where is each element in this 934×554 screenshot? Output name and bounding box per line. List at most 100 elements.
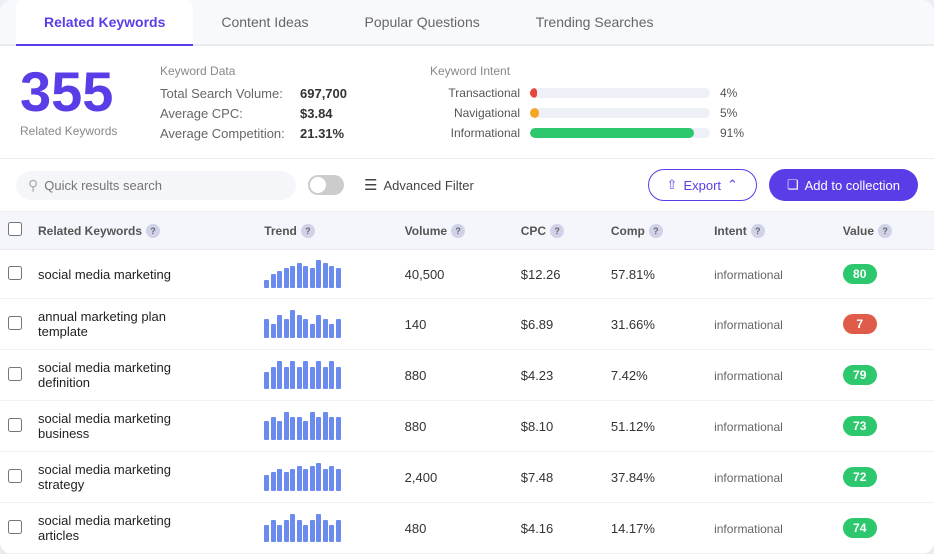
- value-cell: 79: [835, 350, 934, 401]
- volume-cell: 880: [397, 401, 513, 452]
- comp-cell: 7.42%: [603, 350, 706, 401]
- intent-text: informational: [714, 268, 783, 282]
- trend-bar: [336, 520, 341, 542]
- header-trend: Trend ?: [256, 212, 396, 250]
- keyword-cell: social media marketing: [30, 250, 256, 299]
- trend-bar: [271, 324, 276, 338]
- intent-cell: informational: [706, 250, 835, 299]
- intent-label: Informational: [430, 126, 520, 140]
- trend-bar: [277, 421, 282, 440]
- keyword-cell: social media marketingbusiness: [30, 401, 256, 452]
- avg-cpc-label: Average CPC:: [160, 106, 300, 121]
- trend-bar: [284, 367, 289, 389]
- trend-bar: [329, 266, 334, 288]
- trend-bar: [323, 469, 328, 491]
- search-box[interactable]: ⚲: [16, 171, 296, 200]
- trend-bar: [290, 469, 295, 491]
- value-badge: 74: [843, 518, 877, 538]
- trend-bars: [264, 361, 388, 389]
- question-icon: ?: [751, 224, 765, 238]
- trend-bar: [290, 266, 295, 288]
- trend-bar: [303, 421, 308, 440]
- keywords-table: Related Keywords ? Trend ? Volume: [0, 212, 934, 554]
- comp-cell: 31.66%: [603, 299, 706, 350]
- trend-bar: [264, 319, 269, 338]
- filter-toggle[interactable]: [308, 175, 344, 195]
- row-checkbox[interactable]: [8, 469, 22, 483]
- trend-cell: [256, 503, 396, 554]
- tab-related-keywords[interactable]: Related Keywords: [16, 0, 193, 46]
- volume-cell: 40,500: [397, 250, 513, 299]
- row-checkbox-cell: [0, 503, 30, 554]
- trend-bar: [336, 268, 341, 288]
- intent-bar: [530, 108, 539, 118]
- export-button[interactable]: ⇧ Export ⌃: [648, 169, 757, 201]
- select-all-checkbox[interactable]: [8, 222, 22, 236]
- intent-row-2: Informational 91%: [430, 126, 914, 140]
- intent-bar: [530, 128, 694, 138]
- tab-trending-searches[interactable]: Trending Searches: [508, 0, 682, 46]
- trend-cell: [256, 299, 396, 350]
- header-intent: Intent ?: [706, 212, 835, 250]
- table-row: social media marketingstrategy 2,400 $7.…: [0, 452, 934, 503]
- trend-bar: [329, 324, 334, 338]
- keyword-count-label: Related Keywords: [20, 124, 130, 138]
- cpc-cell: $7.48: [513, 452, 603, 503]
- search-input[interactable]: [44, 178, 284, 193]
- keyword-name: social media marketingstrategy: [38, 462, 171, 492]
- trend-bar: [303, 266, 308, 288]
- keyword-data-block: Keyword Data Total Search Volume: 697,70…: [160, 64, 400, 146]
- trend-bar: [264, 280, 269, 288]
- trend-bar: [329, 525, 334, 542]
- row-checkbox[interactable]: [8, 520, 22, 534]
- tab-content-ideas[interactable]: Content Ideas: [193, 0, 336, 46]
- trend-bar: [290, 514, 295, 542]
- row-checkbox[interactable]: [8, 316, 22, 330]
- advanced-filter-button[interactable]: ☰ Advanced Filter: [356, 172, 482, 198]
- intent-label: Transactional: [430, 86, 520, 100]
- value-badge: 79: [843, 365, 877, 385]
- intent-pct: 4%: [720, 86, 750, 100]
- trend-bar: [271, 274, 276, 288]
- row-checkbox[interactable]: [8, 266, 22, 280]
- table-row: social media marketingdefinition 880 $4.…: [0, 350, 934, 401]
- row-checkbox-cell: [0, 350, 30, 401]
- header-checkbox-col: [0, 212, 30, 250]
- header-related-keywords: Related Keywords ?: [30, 212, 256, 250]
- intent-cell: informational: [706, 350, 835, 401]
- cpc-cell: $12.26: [513, 250, 603, 299]
- trend-bar: [310, 466, 315, 491]
- volume-cell: 480: [397, 503, 513, 554]
- trend-bar: [277, 361, 282, 389]
- trend-bar: [336, 367, 341, 389]
- keyword-cell: social media marketingdefinition: [30, 350, 256, 401]
- trend-bars: [264, 260, 388, 288]
- value-badge: 72: [843, 467, 877, 487]
- question-icon: ?: [451, 224, 465, 238]
- table-row: social media marketingarticles 480 $4.16…: [0, 503, 934, 554]
- filter-icon: ☰: [364, 176, 377, 194]
- question-icon: ?: [649, 224, 663, 238]
- row-checkbox-cell: [0, 299, 30, 350]
- intent-text: informational: [714, 471, 783, 485]
- trend-bar: [316, 315, 321, 338]
- avg-comp-row: Average Competition: 21.31%: [160, 126, 400, 141]
- table-wrap: Related Keywords ? Trend ? Volume: [0, 212, 934, 554]
- trend-bar: [303, 361, 308, 389]
- trend-bar: [297, 367, 302, 389]
- cpc-cell: $4.23: [513, 350, 603, 401]
- intent-cell: informational: [706, 401, 835, 452]
- add-to-collection-button[interactable]: ❏ Add to collection: [769, 169, 918, 201]
- trend-bar: [264, 525, 269, 542]
- row-checkbox[interactable]: [8, 418, 22, 432]
- trend-bar: [303, 525, 308, 542]
- trend-bar: [297, 417, 302, 440]
- tab-popular-questions[interactable]: Popular Questions: [337, 0, 508, 46]
- trend-bar: [303, 319, 308, 338]
- row-checkbox[interactable]: [8, 367, 22, 381]
- intent-bar-bg: [530, 128, 710, 138]
- question-icon: ?: [146, 224, 160, 238]
- avg-cpc-value: $3.84: [300, 106, 333, 121]
- trend-cell: [256, 452, 396, 503]
- avg-comp-value: 21.31%: [300, 126, 344, 141]
